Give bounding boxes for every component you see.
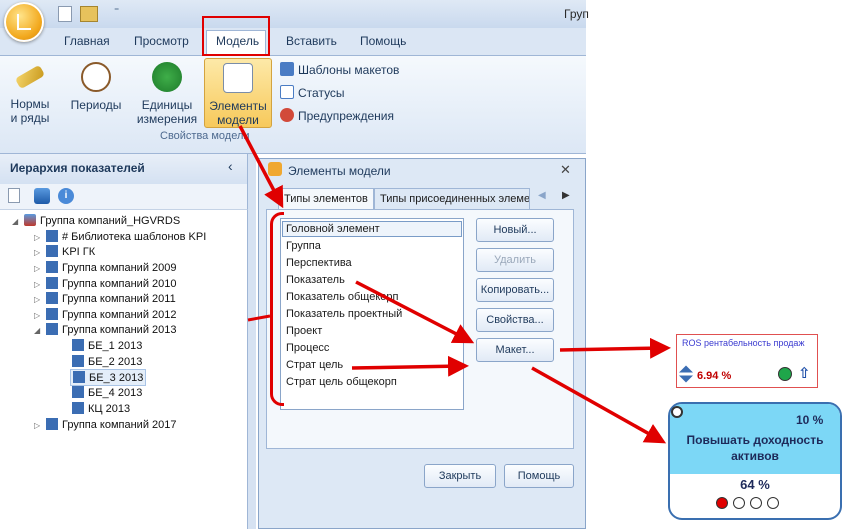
annotation-arrows	[238, 125, 671, 444]
arrow-to-dialog	[238, 125, 284, 209]
arrow-indicator-to-layout	[355, 280, 475, 344]
app-menu-button[interactable]	[4, 2, 44, 42]
arrow-tree-link	[247, 314, 271, 322]
chart-icon	[17, 14, 31, 30]
arrow-to-small-card	[559, 337, 671, 359]
arrow-to-big-card	[531, 366, 667, 444]
arrow-goal-to-layout	[351, 355, 469, 377]
